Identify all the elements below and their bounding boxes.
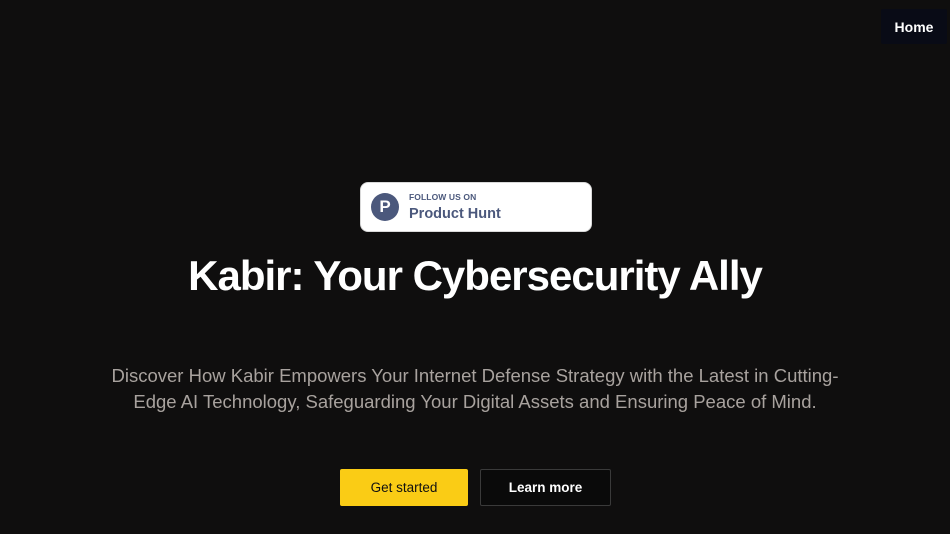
nav-home-button[interactable]: Home — [881, 9, 947, 44]
hero-subtitle: Discover How Kabir Empowers Your Interne… — [111, 365, 839, 412]
product-hunt-icon: P — [371, 193, 399, 221]
landing-page: Home P FOLLOW US ON Product Hunt Kabir: … — [0, 0, 950, 534]
learn-more-button[interactable]: Learn more — [480, 469, 611, 506]
hero-title: Kabir: Your Cybersecurity Ally — [188, 252, 763, 299]
get-started-button[interactable]: Get started — [340, 469, 468, 506]
badge-caption: FOLLOW US ON — [409, 191, 477, 202]
product-hunt-badge-text: FOLLOW US ON Product Hunt — [409, 191, 501, 222]
badge-title: Product Hunt — [409, 206, 501, 222]
product-hunt-badge[interactable]: P FOLLOW US ON Product Hunt — [360, 182, 592, 232]
